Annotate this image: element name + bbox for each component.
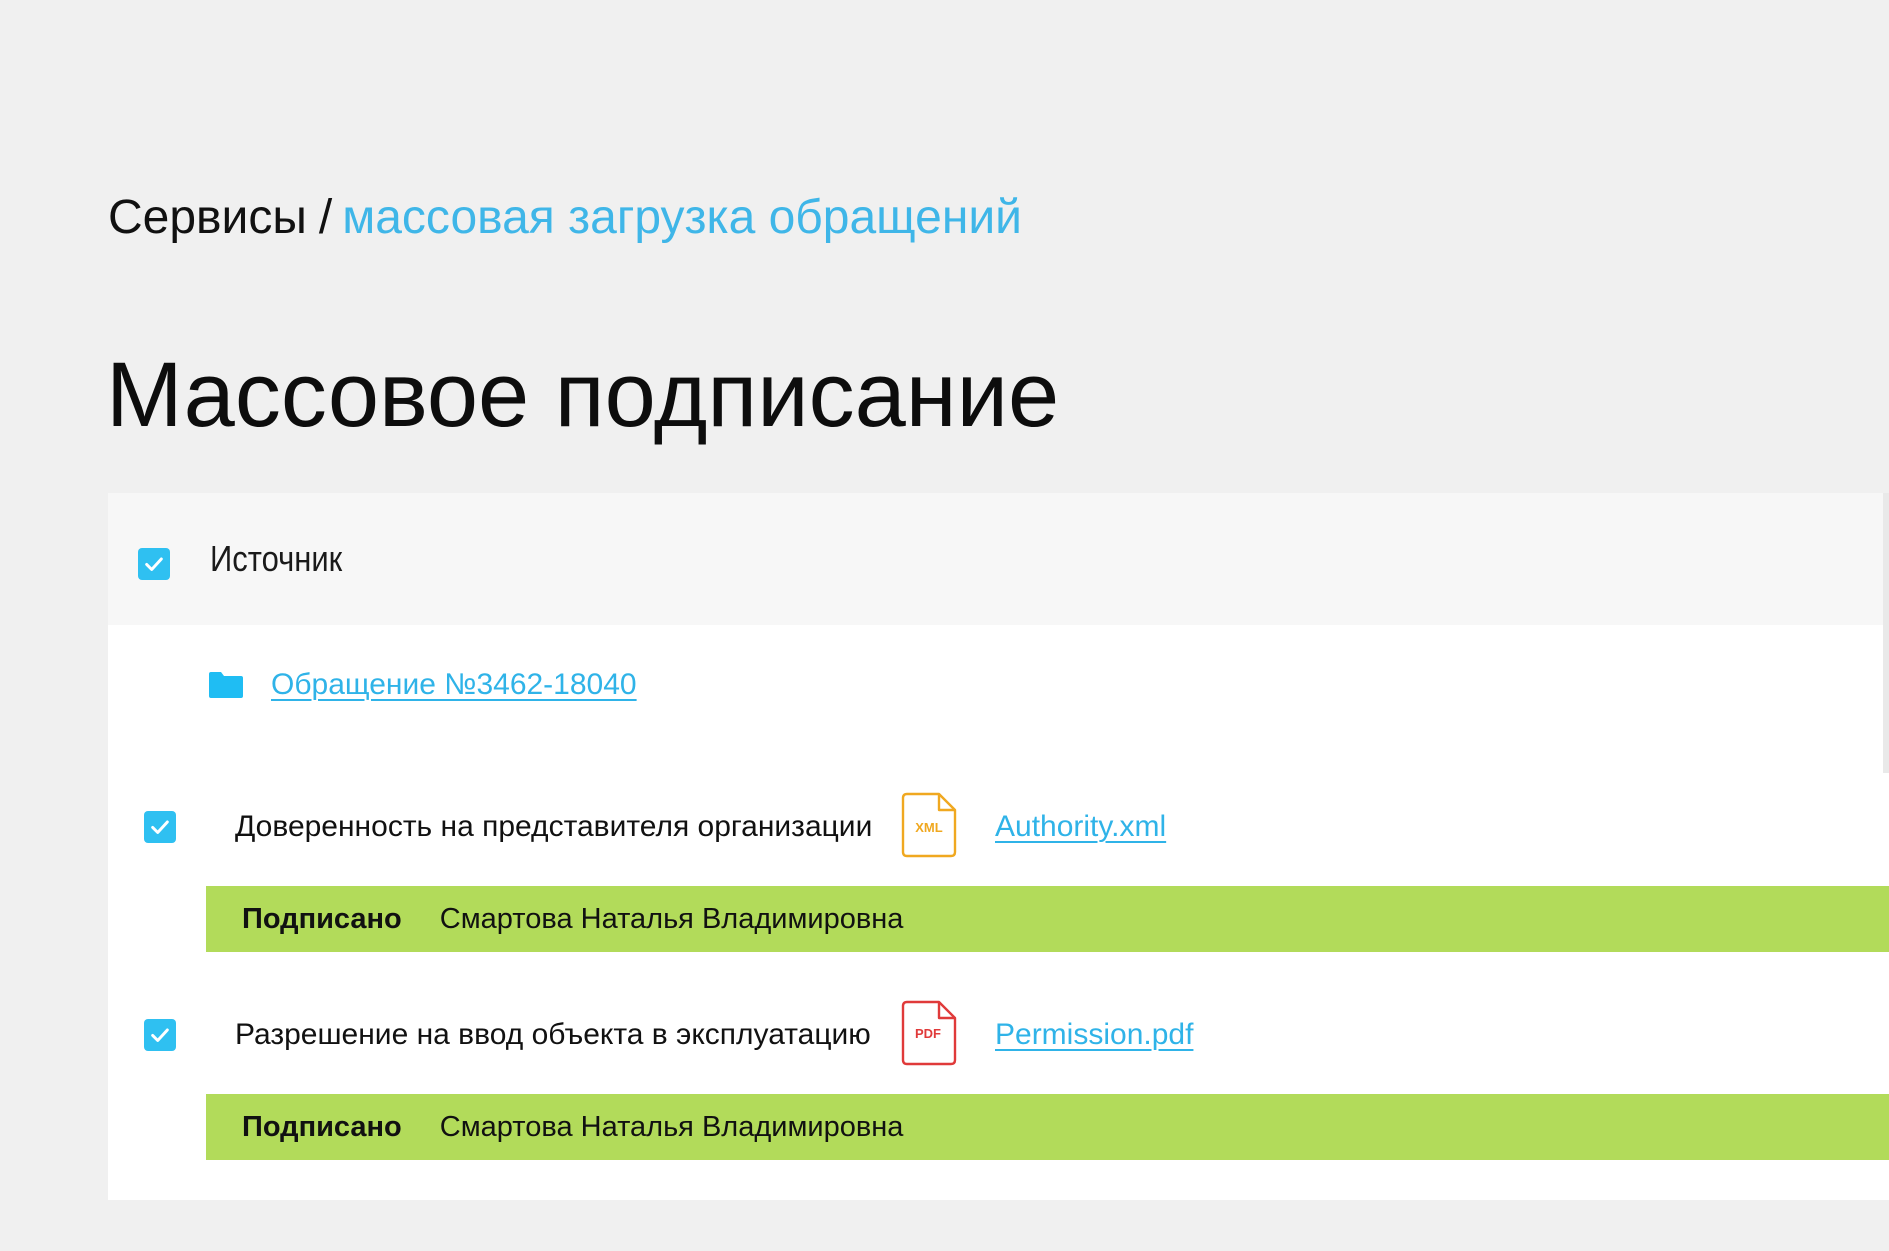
breadcrumb-separator: / bbox=[318, 191, 333, 244]
document-title: Разрешение на ввод объекта в эксплуатаци… bbox=[235, 1018, 871, 1051]
checkmark-icon bbox=[145, 557, 163, 571]
column-header-source: Источник bbox=[210, 538, 343, 579]
document-row: Разрешение на ввод объекта в эксплуатаци… bbox=[108, 998, 1889, 1068]
status-label: Подписано bbox=[242, 902, 402, 935]
breadcrumb: Сервисы / массовая загрузка обращений bbox=[108, 188, 1022, 248]
pdf-file-icon[interactable]: PDF bbox=[901, 1000, 957, 1066]
signing-panel: Источник Обращение №3462-18040 Доверенно… bbox=[108, 493, 1889, 1200]
document-checkbox[interactable] bbox=[144, 1019, 176, 1051]
document-row: Доверенность на представителя организаци… bbox=[108, 792, 1889, 862]
document-title: Доверенность на представителя организаци… bbox=[235, 810, 873, 843]
signature-status-bar: Подписано Смартова Наталья Владимировна bbox=[206, 886, 1889, 952]
file-type-label: PDF bbox=[915, 1026, 941, 1041]
document-checkbox[interactable] bbox=[144, 811, 176, 843]
select-all-checkbox[interactable] bbox=[138, 548, 170, 580]
breadcrumb-current[interactable]: массовая загрузка обращений bbox=[342, 191, 1022, 244]
status-label: Подписано bbox=[242, 1110, 402, 1143]
signer-name: Смартова Наталья Владимировна bbox=[439, 1110, 904, 1143]
checkmark-icon bbox=[151, 1028, 169, 1042]
panel-scroll-edge bbox=[1883, 493, 1889, 773]
file-link[interactable]: Authority.xml bbox=[995, 807, 1166, 847]
signature-status-bar: Подписано Смартова Наталья Владимировна bbox=[206, 1094, 1889, 1160]
checkmark-icon bbox=[151, 820, 169, 834]
request-folder-row: Обращение №3462-18040 bbox=[209, 665, 637, 705]
folder-icon bbox=[209, 672, 243, 698]
breadcrumb-root[interactable]: Сервисы bbox=[108, 191, 307, 244]
xml-file-icon[interactable]: XML bbox=[901, 792, 957, 858]
page-title: Массовое подписание bbox=[106, 344, 1060, 446]
file-link[interactable]: Permission.pdf bbox=[995, 1015, 1193, 1055]
file-type-label: XML bbox=[915, 820, 943, 835]
table-header: Источник bbox=[108, 493, 1883, 625]
signer-name: Смартова Наталья Владимировна bbox=[439, 902, 904, 935]
request-link[interactable]: Обращение №3462-18040 bbox=[271, 665, 637, 705]
